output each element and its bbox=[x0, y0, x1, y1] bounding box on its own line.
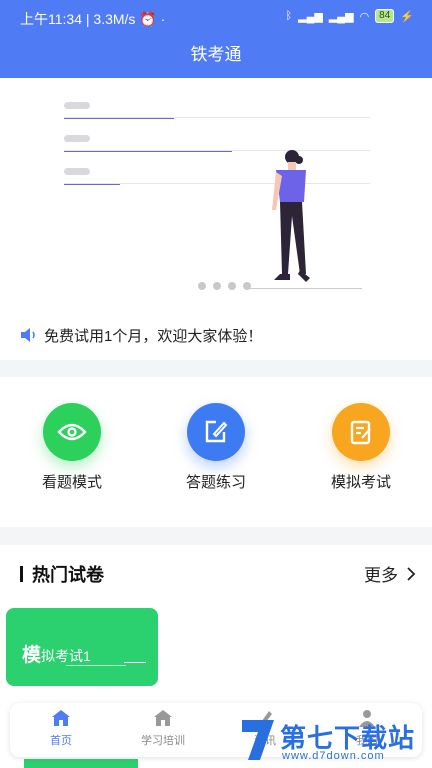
card-title-rest: 拟考试1 bbox=[41, 648, 91, 664]
notice-text: 免费试用1个月，欢迎大家体验！ bbox=[44, 327, 263, 345]
tab-study[interactable]: 学习培训 bbox=[128, 709, 198, 748]
banner-line bbox=[64, 117, 370, 118]
more-link[interactable]: 更多 bbox=[364, 561, 416, 586]
status-right: ᛒ ▂▄▆ ▂▄▆ ◠ 84 ⚡ bbox=[286, 9, 414, 23]
eye-icon bbox=[43, 403, 101, 461]
status-bar: 上午11:34 | 3.3M/s ⏰ · ᛒ ▂▄▆ ▂▄▆ ◠ 84 ⚡ bbox=[0, 0, 432, 36]
bluetooth-icon: ᛒ bbox=[285, 10, 293, 22]
status-left: 上午11:34 | 3.3M/s ⏰ · bbox=[20, 9, 165, 29]
card-underline bbox=[66, 665, 126, 666]
banner-line bbox=[64, 150, 370, 151]
banner-carousel[interactable] bbox=[0, 78, 432, 310]
card-title-big: 模 bbox=[22, 645, 42, 666]
mode-label: 模拟考试 bbox=[330, 474, 391, 491]
watermark-logo bbox=[242, 720, 274, 760]
card-start-button-partial[interactable] bbox=[24, 759, 138, 768]
tab-label: 首页 bbox=[50, 735, 72, 747]
chevron-right-icon bbox=[407, 566, 416, 581]
woman-illustration bbox=[272, 150, 310, 282]
home-icon bbox=[52, 710, 70, 726]
signal-icon-2: ▂▄▆ bbox=[328, 10, 354, 23]
mode-label: 答题练习 bbox=[185, 474, 246, 491]
notice-bar: 免费试用1个月，欢迎大家体验！ bbox=[0, 310, 432, 360]
banner-pill bbox=[64, 168, 90, 175]
status-speed: | 3.3M/s bbox=[85, 11, 136, 27]
section-title-text: 热门试卷 bbox=[32, 565, 104, 585]
page-title: 铁考通 bbox=[190, 45, 242, 64]
carousel-dot[interactable] bbox=[213, 282, 221, 290]
alarm-icon: ⏰ · bbox=[139, 11, 166, 27]
watermark-url: www.d7down.com bbox=[282, 750, 385, 762]
banner-line bbox=[64, 183, 370, 184]
mode-section: 看题模式 答题练习 模拟考试 bbox=[0, 377, 432, 527]
home-icon bbox=[154, 710, 172, 726]
banner-pill bbox=[64, 135, 90, 142]
carousel-dot[interactable] bbox=[198, 282, 206, 290]
mode-answer-practice[interactable]: 答题练习 bbox=[168, 403, 264, 492]
section-title-bar bbox=[20, 566, 23, 582]
battery-icon: 84 bbox=[375, 9, 395, 23]
charging-icon: ⚡ bbox=[400, 10, 414, 23]
status-time: 上午11:34 bbox=[20, 11, 82, 27]
app-header: 铁考通 bbox=[0, 36, 432, 78]
carousel-dots[interactable] bbox=[198, 282, 251, 290]
section-title: 热门试卷 bbox=[20, 561, 104, 587]
edit-icon bbox=[187, 403, 245, 461]
carousel-dot[interactable] bbox=[243, 282, 251, 290]
watermark: 第七下载站 www.d7down.com bbox=[236, 710, 432, 768]
carousel-dot[interactable] bbox=[228, 282, 236, 290]
wifi-icon: ◠ bbox=[359, 10, 370, 23]
mode-view-questions[interactable]: 看题模式 bbox=[24, 403, 120, 492]
paper-card[interactable]: 模拟考试1 bbox=[6, 608, 158, 686]
banner-pill bbox=[64, 102, 90, 109]
card-title: 模拟考试1 bbox=[22, 640, 91, 667]
tab-label: 学习培训 bbox=[141, 735, 185, 747]
exam-icon bbox=[332, 403, 390, 461]
mode-label: 看题模式 bbox=[41, 474, 102, 491]
card-underline-short bbox=[124, 662, 146, 663]
more-text: 更多 bbox=[364, 566, 398, 585]
tab-home[interactable]: 首页 bbox=[26, 709, 96, 748]
speaker-icon bbox=[21, 328, 35, 342]
signal-icon: ▂▄▆ bbox=[298, 10, 323, 23]
mode-mock-exam[interactable]: 模拟考试 bbox=[313, 403, 409, 492]
